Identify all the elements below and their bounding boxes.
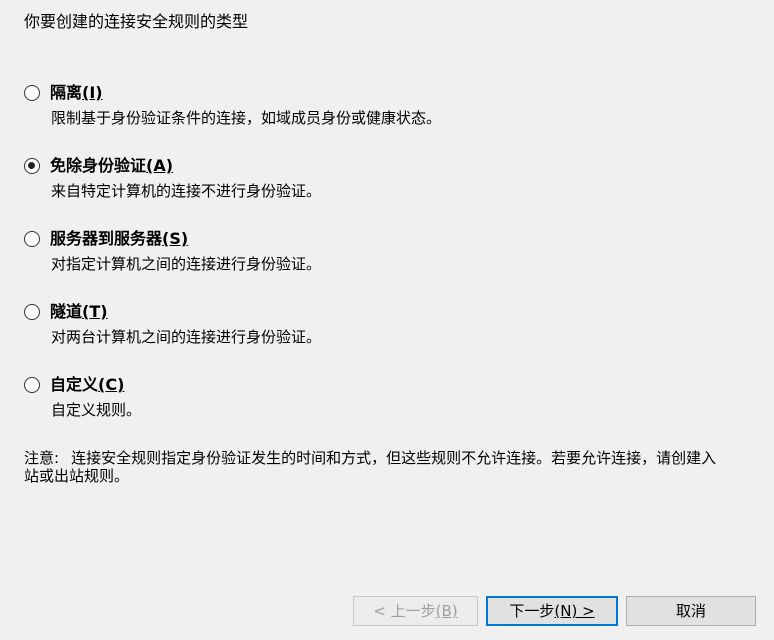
option-auth-exemption[interactable]: 免除身份验证(A) 来自特定计算机的连接不进行身份验证。	[24, 153, 744, 226]
option-description: 限制基于身份验证条件的连接，如域成员身份或健康状态。	[51, 109, 442, 127]
radio-custom[interactable]	[24, 377, 40, 393]
note-text: 注意: 连接安全规则指定身份验证发生的时间和方式，但这些规则不允许连接。若要允许连…	[24, 449, 724, 485]
option-title: 服务器到服务器(S)	[50, 229, 189, 248]
option-description: 来自特定计算机的连接不进行身份验证。	[51, 182, 322, 200]
rule-type-options: 隔离(I) 限制基于身份验证条件的连接，如域成员身份或健康状态。 免除身份验证(…	[24, 80, 744, 445]
option-description: 自定义规则。	[51, 401, 142, 419]
option-description: 对指定计算机之间的连接进行身份验证。	[51, 255, 322, 273]
note-label: 注意:	[24, 449, 60, 467]
radio-server-to-server[interactable]	[24, 231, 40, 247]
note-body: 连接安全规则指定身份验证发生的时间和方式，但这些规则不允许连接。若要允许连接，请…	[24, 449, 717, 485]
option-title: 自定义(C)	[50, 375, 125, 394]
back-button[interactable]: < 上一步(B)	[353, 596, 478, 626]
option-description: 对两台计算机之间的连接进行身份验证。	[51, 328, 322, 346]
option-isolation[interactable]: 隔离(I) 限制基于身份验证条件的连接，如域成员身份或健康状态。	[24, 80, 744, 153]
option-title: 隧道(T)	[50, 302, 108, 321]
option-tunnel[interactable]: 隧道(T) 对两台计算机之间的连接进行身份验证。	[24, 299, 744, 372]
option-custom[interactable]: 自定义(C) 自定义规则。	[24, 372, 744, 445]
option-title: 免除身份验证(A)	[50, 156, 174, 175]
option-server-to-server[interactable]: 服务器到服务器(S) 对指定计算机之间的连接进行身份验证。	[24, 226, 744, 299]
rule-type-prompt: 你要创建的连接安全规则的类型	[24, 12, 249, 31]
next-button[interactable]: 下一步(N) >	[486, 596, 618, 626]
option-title: 隔离(I)	[50, 83, 103, 102]
radio-tunnel[interactable]	[24, 304, 40, 320]
radio-auth-exemption[interactable]	[24, 158, 40, 174]
radio-isolation[interactable]	[24, 85, 40, 101]
cancel-button[interactable]: 取消	[626, 596, 756, 626]
